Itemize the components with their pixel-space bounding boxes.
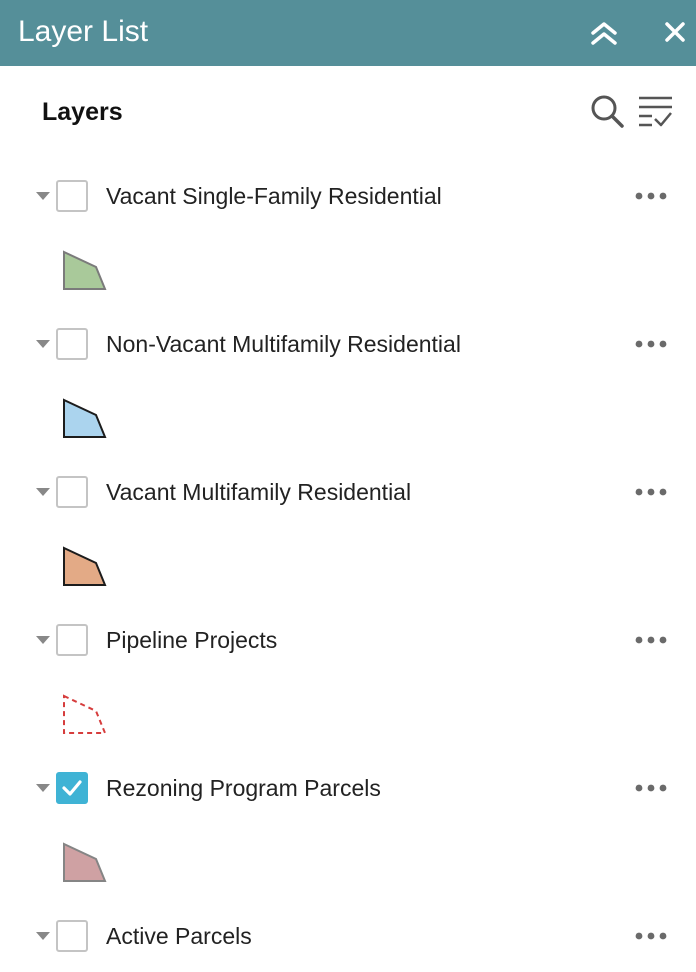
layer-legend-symbol [58,246,112,294]
layers-toolbar: Layers [0,84,696,140]
more-options-icon[interactable] [630,626,672,654]
layer-visibility-checkbox[interactable] [56,328,88,360]
layer-legend-symbol [58,542,112,590]
panel-title: Layer List [18,15,149,48]
layers-heading: Layers [42,98,123,126]
layer-row[interactable]: Vacant Single-Family Residential [0,174,696,218]
layer-label: Rezoning Program Parcels [106,775,381,801]
panel-header: Layer List [0,0,696,66]
polygon-symbol-icon [63,546,107,586]
more-options-icon[interactable] [630,922,672,950]
layer-label: Vacant Single-Family Residential [106,183,442,209]
more-options-icon[interactable] [630,182,672,210]
more-options-icon[interactable] [630,478,672,506]
layer-row[interactable]: Pipeline Projects [0,618,696,662]
layer-visibility-checkbox[interactable] [56,476,88,508]
layer-legend-symbol [58,838,112,886]
layer-label: Pipeline Projects [106,627,278,653]
more-options-icon[interactable] [630,774,672,802]
polygon-symbol-icon [63,694,107,734]
chevron-down-icon[interactable] [34,632,52,648]
layer-label: Vacant Multifamily Residential [106,479,412,505]
chevron-down-icon[interactable] [34,188,52,204]
layer-legend-symbol [58,690,112,738]
close-icon[interactable] [660,17,692,49]
layer-label: Active Parcels [106,923,252,949]
more-options-icon[interactable] [630,330,672,358]
collapse-icon[interactable] [588,17,620,49]
layer-legend-symbol [58,394,112,442]
chevron-down-icon[interactable] [34,780,52,796]
layer-visibility-checkbox[interactable] [56,624,88,656]
layer-visibility-checkbox[interactable] [56,772,88,804]
chevron-down-icon[interactable] [34,928,52,944]
layer-row[interactable]: Non-Vacant Multifamily Residential [0,322,696,366]
polygon-symbol-icon [63,842,107,882]
chevron-down-icon[interactable] [34,484,52,500]
layer-list-panel: Layer List Layers Vacant Single-Family R… [0,0,696,972]
layer-visibility-checkbox[interactable] [56,920,88,952]
search-icon[interactable] [588,92,626,130]
layer-row[interactable]: Active Parcels [0,914,696,958]
layer-visibility-checkbox[interactable] [56,180,88,212]
layer-row[interactable]: Rezoning Program Parcels [0,766,696,810]
layer-row[interactable]: Vacant Multifamily Residential [0,470,696,514]
chevron-down-icon[interactable] [34,336,52,352]
layer-label: Non-Vacant Multifamily Residential [106,331,461,357]
checkmark-icon [62,780,82,796]
polygon-symbol-icon [63,398,107,438]
filter-list-icon[interactable] [636,92,674,130]
polygon-symbol-icon [63,250,107,290]
